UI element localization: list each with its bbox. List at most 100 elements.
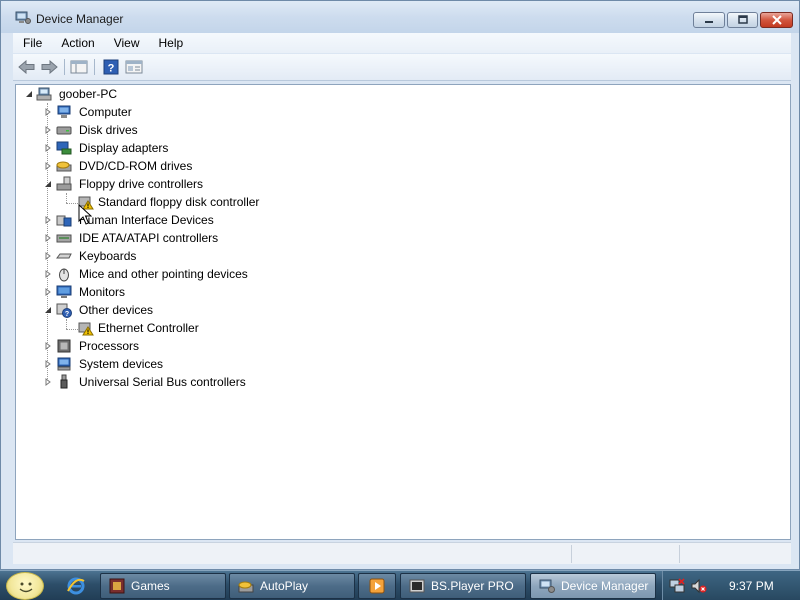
title-bar[interactable]: Device Manager [1,1,799,33]
tree-item-ethernet-controller[interactable]: Ethernet Controller [16,319,316,337]
back-arrow-icon [18,60,35,74]
help-button[interactable]: ? [101,58,121,76]
bsplayer-icon [409,579,425,593]
menu-action[interactable]: Action [61,36,94,50]
computer-icon [36,87,52,101]
expand-arrow-icon[interactable] [44,360,52,368]
tree-item-display-adapters[interactable]: Display adapters [16,139,316,157]
internet-explorer-icon[interactable] [66,576,86,596]
toolbar-separator [94,59,95,75]
tree-item-label: IDE ATA/ATAPI controllers [79,231,219,245]
tree-item-other-devices[interactable]: ? Other devices [16,301,316,319]
close-button[interactable] [760,12,793,28]
device-manager-window: Device Manager File Action View Help ? g… [0,0,800,570]
properties-button[interactable] [124,58,144,76]
expand-arrow-icon[interactable] [44,108,52,116]
taskbar: Games AutoPlay BS.Player PRO Device Mana… [0,570,800,600]
taskbar-button-bsplayer-pro[interactable]: BS.Player PRO [400,573,526,599]
expand-arrow-icon[interactable] [44,288,52,296]
taskbar-button-device-manager[interactable]: Device Manager [530,573,656,599]
collapse-arrow-icon[interactable] [44,306,52,314]
tree-item-monitors[interactable]: Monitors [16,283,316,301]
tree-item-label: Floppy drive controllers [79,177,204,191]
svg-text:?: ? [65,311,69,318]
expand-arrow-icon[interactable] [44,216,52,224]
taskbar-button-label: Device Manager [561,579,649,593]
status-separator [571,545,572,563]
tree-item-dvd-cd-rom-drives[interactable]: DVD/CD-ROM drives [16,157,316,175]
mouse-icon [59,268,69,282]
expand-arrow-icon[interactable] [44,378,52,386]
maximize-icon [737,15,748,24]
collapse-arrow-icon[interactable] [25,90,33,98]
computer-icon [57,105,71,118]
expand-arrow-icon[interactable] [44,234,52,242]
taskbar-button-media-player[interactable] [358,573,396,599]
minimize-button[interactable] [693,12,725,28]
tree-item-computer[interactable]: Computer [16,103,316,121]
expand-arrow-icon[interactable] [44,162,52,170]
network-icon[interactable] [669,578,685,594]
system-device-icon [57,357,71,371]
device-tree[interactable]: goober-PC Computer Disk drives Display a… [15,84,791,540]
menu-help[interactable]: Help [159,36,184,50]
tree-item-disk-drives[interactable]: Disk drives [16,121,316,139]
tree-item-mice-and-other-pointing-devices[interactable]: Mice and other pointing devices [16,265,316,283]
status-separator [679,545,680,563]
autoplay-icon [238,581,254,593]
unknown-device-icon: ? [56,303,72,318]
properties-icon [125,60,143,74]
menu-bar: File Action View Help [13,33,791,53]
tree-item-ide-ata-atapi-controllers[interactable]: IDE ATA/ATAPI controllers [16,229,316,247]
tree-item-label: Standard floppy disk controller [98,195,260,209]
maximize-button[interactable] [727,12,758,28]
expand-arrow-icon[interactable] [44,252,52,260]
taskbar-button-label: Games [131,579,170,593]
taskbar-button-label: AutoPlay [260,579,309,593]
mouse-pointer-icon [78,204,92,225]
tree-item-system-devices[interactable]: System devices [16,355,316,373]
back-button[interactable] [17,58,37,76]
tree-item-floppy-drive-controllers[interactable]: Floppy drive controllers [16,175,316,193]
tree-item-human-interface-devices[interactable]: Human Interface Devices [16,211,316,229]
tree-item-label: DVD/CD-ROM drives [79,159,193,173]
status-bar [13,542,791,564]
window-title: Device Manager [36,12,124,26]
tree-item-processors[interactable]: Processors [16,337,316,355]
tree-root-goober-pc[interactable]: goober-PC [16,85,316,103]
tree-item-keyboards[interactable]: Keyboards [16,247,316,265]
tree-item-label: Mice and other pointing devices [79,267,248,281]
system-tray: 9:37 PM [662,571,800,600]
tree-item-standard-floppy-disk-controller[interactable]: Standard floppy disk controller [16,193,316,211]
collapse-arrow-icon[interactable] [44,180,52,188]
expand-arrow-icon[interactable] [44,126,52,134]
help-icon: ? [103,59,119,75]
menu-view[interactable]: View [114,36,140,50]
warning-device-icon [78,322,94,336]
expand-arrow-icon[interactable] [44,270,52,278]
forward-button[interactable] [39,58,59,76]
tree-root-label: goober-PC [59,87,118,101]
tree-item-label: Keyboards [79,249,137,263]
monitor-icon [56,285,72,298]
taskbar-button-autoplay[interactable]: AutoPlay [229,573,355,599]
toolbar: ? [13,54,791,81]
taskbar-button-label: BS.Player PRO [431,579,514,593]
taskbar-clock[interactable]: 9:37 PM [729,579,774,593]
tree-item-label: Computer [79,105,132,119]
media-player-icon [369,578,385,594]
disk-drive-icon [56,126,72,135]
tree-item-universal-serial-bus-controllers[interactable]: Universal Serial Bus controllers [16,373,316,391]
expand-arrow-icon[interactable] [44,144,52,152]
volume-muted-icon[interactable] [691,578,707,594]
start-orb-icon[interactable] [6,572,44,600]
tree-item-label: Ethernet Controller [98,321,199,335]
taskbar-button-games[interactable]: Games [100,573,226,599]
device-manager-icon [539,579,555,593]
device-manager-icon [15,11,31,24]
tree-item-label: Display adapters [79,141,169,155]
expand-arrow-icon[interactable] [44,342,52,350]
floppy-controller-icon [56,176,72,191]
show-hide-tree-button[interactable] [69,58,89,76]
menu-file[interactable]: File [23,36,42,50]
